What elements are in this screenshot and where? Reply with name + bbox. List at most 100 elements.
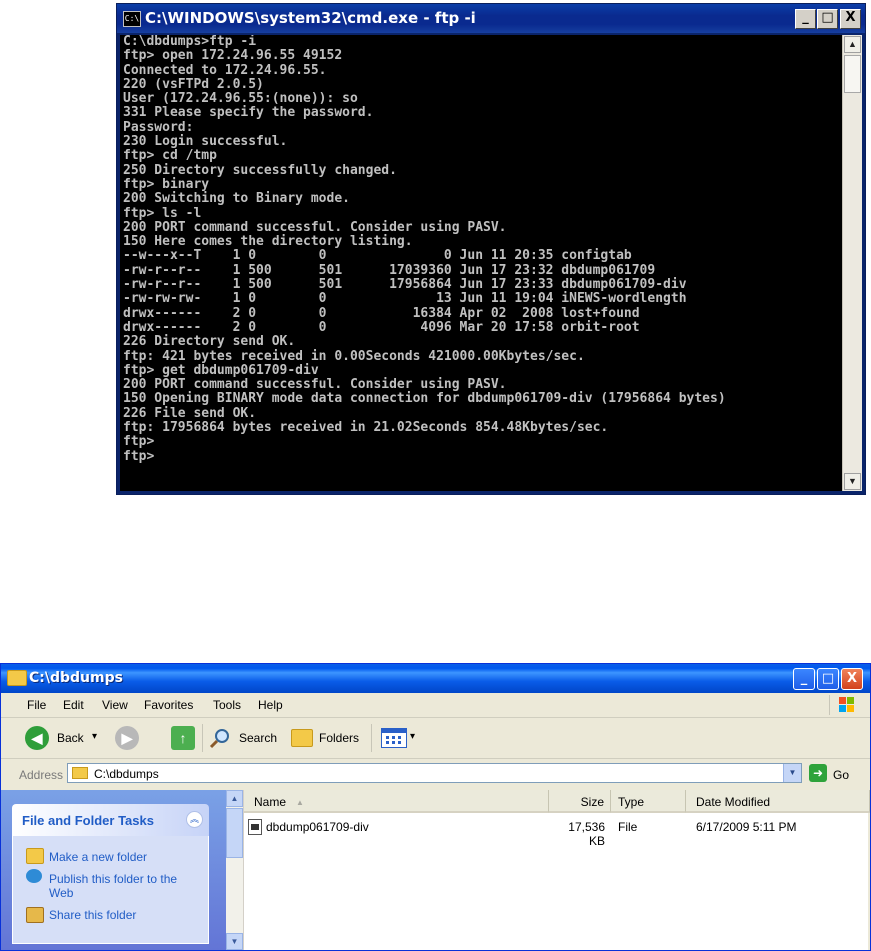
folder-icon[interactable] [7,670,27,686]
console-line: ftp> [123,448,155,464]
console-line: -rw-r--r-- 1 500 501 17956864 Jun 17 23:… [123,277,687,293]
file-list: Name ▲ Size Type Date Modified dbdump061… [244,790,870,950]
forward-arrow-icon[interactable]: ▶ [115,726,139,750]
search-icon[interactable] [209,727,231,749]
console-output[interactable]: C:\dbdumps>ftp -i ftp> open 172.24.96.55… [120,35,843,491]
back-button[interactable]: Back [57,731,84,745]
console-line: --w---x--T 1 0 0 0 Jun 11 20:35 configta… [123,248,632,264]
console-line: 220 (vsFTPd 2.0.5) [123,76,264,92]
console-line: ftp> binary [123,176,210,192]
collapse-chevron-icon[interactable]: ︽ [186,811,203,828]
cmd-scroll-down-button[interactable]: ▼ [844,473,861,490]
console-line: 200 PORT command successful. Consider us… [123,219,507,235]
console-line: ftp> ls -l [123,205,202,221]
menu-edit[interactable]: Edit [63,698,84,712]
console-line: ftp> cd /tmp [123,148,217,164]
task-pane-scrollbar[interactable]: ▲ ▼ [226,790,244,950]
column-header-type[interactable]: Type [611,790,686,813]
cmd-system-icon[interactable]: C:\ [123,11,141,27]
console-line: 226 File send OK. [123,405,257,421]
cmd-scroll-up-button[interactable]: ▲ [844,36,861,53]
cmd-maximize-button[interactable]: □ [817,9,838,29]
up-folder-icon[interactable]: ↑ [171,726,195,750]
back-arrow-icon[interactable]: ◀ [25,726,49,750]
cmd-title: C:\WINDOWS\system32\cmd.exe - ftp -i [145,9,476,27]
console-line: 230 Login successful. [123,134,288,150]
menu-tools[interactable]: Tools [213,698,241,712]
search-button[interactable]: Search [239,731,277,745]
share-folder-link[interactable]: Share this folder [49,908,136,922]
address-dropdown-button[interactable]: ▼ [783,764,801,782]
cmd-close-button[interactable]: X [840,9,861,29]
standard-toolbar: ◀ Back ▾ ▶ ↑ Search Folders ▾ [1,718,870,759]
menu-favorites[interactable]: Favorites [144,698,193,712]
cmd-scroll-thumb[interactable] [844,55,861,93]
menu-view[interactable]: View [102,698,128,712]
console-line: 150 Here comes the directory listing. [123,234,413,250]
console-line: ftp> open 172.24.96.55 49152 [123,48,343,64]
menu-bar: File Edit View Favorites Tools Help [1,693,870,718]
console-line: 150 Opening BINARY mode data connection … [123,391,726,407]
new-folder-icon [26,848,44,864]
console-line: ftp: 17956864 bytes received in 21.02Sec… [123,420,609,436]
console-line: -rw-r--r-- 1 500 501 17039360 Jun 17 23:… [123,262,656,278]
address-value: C:\dbdumps [94,767,159,781]
console-line: Connected to 172.24.96.55. [123,62,327,78]
address-bar: Address C:\dbdumps ▼ ➜ Go [1,759,870,789]
console-line: C:\dbdumps>ftp -i [123,35,257,49]
cmd-minimize-button[interactable]: _ [795,9,816,29]
console-line: drwx------ 2 0 0 4096 Mar 20 17:58 orbit… [123,319,640,335]
folders-button[interactable]: Folders [319,731,359,745]
address-input[interactable]: C:\dbdumps ▼ [67,763,802,783]
views-dropdown[interactable]: ▾ [410,731,415,742]
scroll-thumb[interactable] [226,808,243,858]
console-line: 250 Directory successfully changed. [123,162,397,178]
publish-folder-link[interactable]: Publish this folder to the Web [49,872,199,900]
column-header-name[interactable]: Name ▲ [244,790,549,813]
explorer-title: C:\dbdumps [29,670,123,686]
windows-logo-icon [829,695,860,715]
menu-file[interactable]: File [27,698,46,712]
cmd-vertical-scrollbar[interactable]: ▲ ▼ [842,35,862,491]
tasks-panel-body: Make a new folder Publish this folder to… [12,836,209,944]
tasks-panel-header[interactable]: File and Folder Tasks ︽ [12,804,209,836]
column-name-label: Name [254,795,287,809]
console-line: drwx------ 2 0 0 16384 Apr 02 2008 lost+… [123,305,640,321]
file-folder-tasks-panel: File and Folder Tasks ︽ Make a new folde… [12,804,209,944]
console-line: 200 PORT command successful. Consider us… [123,377,507,393]
folders-icon[interactable] [291,729,313,747]
cmd-window: C:\ C:\WINDOWS\system32\cmd.exe - ftp -i… [116,3,866,495]
explorer-maximize-button[interactable]: □ [817,668,839,690]
toolbar-separator [202,724,203,752]
scroll-down-button[interactable]: ▼ [226,933,243,950]
go-arrow-icon[interactable]: ➜ [809,764,827,782]
sort-ascending-icon: ▲ [296,798,304,807]
cmd-title-bar[interactable]: C:\ C:\WINDOWS\system32\cmd.exe - ftp -i… [117,4,865,33]
address-label: Address [19,768,64,782]
column-header-date[interactable]: Date Modified [686,790,870,813]
back-history-dropdown[interactable]: ▾ [92,731,97,742]
console-line: ftp> get dbdump061709-div [123,362,319,378]
views-icon[interactable] [381,728,407,748]
console-line: User (172.24.96.55:(none)): so [123,91,358,107]
menu-help[interactable]: Help [258,698,283,712]
file-name[interactable]: dbdump061709-div [266,820,369,834]
console-line: 200 Switching to Binary mode. [123,191,350,207]
console-line: -rw-rw-rw- 1 0 0 13 Jun 11 19:04 iNEWS-w… [123,291,687,307]
console-line: ftp> [123,434,155,450]
column-size-label: Size [580,795,604,809]
make-new-folder-link[interactable]: Make a new folder [49,850,147,864]
scroll-up-button[interactable]: ▲ [226,790,243,807]
go-button[interactable]: Go [833,768,849,782]
file-type: File [618,820,638,834]
console-line: 226 Directory send OK. [123,334,296,350]
console-line: Password: [123,119,194,135]
explorer-minimize-button[interactable]: _ [793,668,815,690]
file-date-modified: 6/17/2009 5:11 PM [696,820,797,834]
explorer-close-button[interactable]: X [841,668,863,690]
tasks-panel-title: File and Folder Tasks [22,813,154,828]
file-size: 17,536 KB [568,820,605,848]
explorer-window: C:\dbdumps _ □ X File Edit View Favorite… [0,663,871,951]
explorer-title-bar[interactable]: C:\dbdumps _ □ X [1,664,870,693]
column-header-size[interactable]: Size [549,790,611,813]
